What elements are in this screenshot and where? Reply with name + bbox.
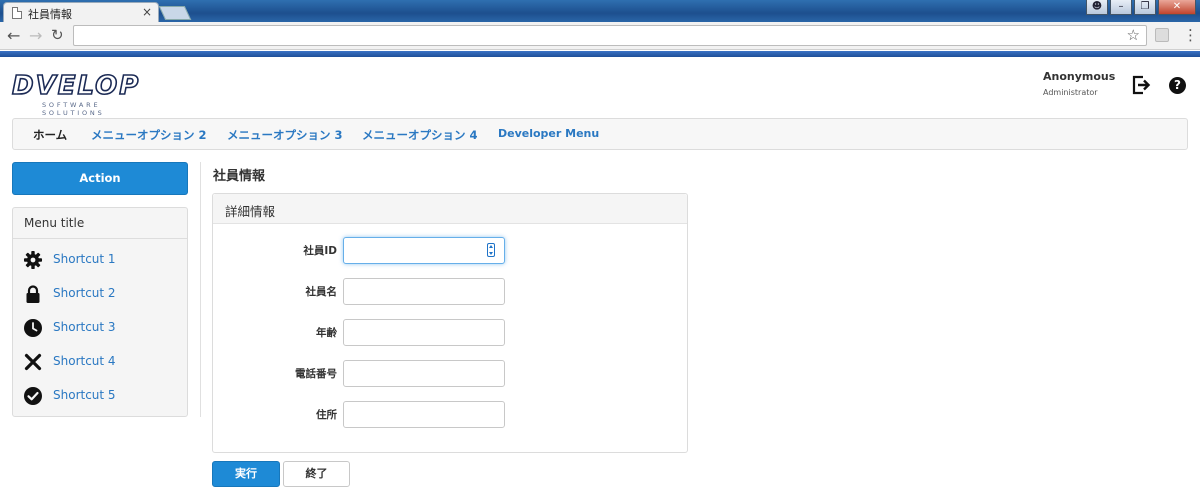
submit-button[interactable]: 実行	[212, 461, 280, 487]
form-row-employee-name: 社員名	[213, 278, 687, 306]
nav-item-developer-menu[interactable]: Developer Menu	[498, 127, 599, 140]
profile-icon[interactable]: ☻	[1086, 0, 1108, 15]
window-controls: ☻ – ❐ ✕	[1086, 0, 1196, 16]
address-bar[interactable]: ☆	[73, 25, 1147, 46]
age-input[interactable]	[343, 319, 505, 346]
shortcut-4[interactable]: Shortcut 4	[23, 351, 173, 373]
tab-title: 社員情報	[28, 8, 72, 21]
employee-id-input[interactable]	[343, 237, 505, 264]
action-button[interactable]: Action	[12, 162, 188, 195]
help-icon[interactable]: ?	[1169, 77, 1186, 94]
clock-icon	[24, 319, 42, 337]
nav-item-option-3[interactable]: メニューオプション 3	[227, 127, 343, 143]
panel-title: 詳細情報	[225, 204, 276, 219]
star-icon[interactable]: ☆	[1127, 26, 1140, 44]
phone-label: 電話番号	[295, 368, 337, 380]
browser-tab[interactable]: 社員情報 ×	[3, 2, 159, 22]
menu-icon[interactable]: ⋮	[1183, 26, 1198, 44]
new-tab-button[interactable]	[158, 6, 192, 20]
back-icon[interactable]: ←	[7, 26, 20, 45]
user-role: Administrator	[1043, 88, 1098, 97]
logo-subtitle: SOFTWARE SOLUTIONS	[42, 101, 105, 117]
nav-item-option-4[interactable]: メニューオプション 4	[362, 127, 478, 143]
shortcut-1[interactable]: Shortcut 1	[23, 249, 173, 271]
exit-button[interactable]: 終了	[283, 461, 350, 487]
address-input[interactable]	[343, 401, 505, 428]
logout-icon[interactable]	[1131, 74, 1151, 96]
shortcut-2[interactable]: Shortcut 2	[23, 283, 173, 305]
shortcut-label: Shortcut 3	[53, 320, 116, 334]
menu-title: Menu title	[24, 216, 85, 230]
shortcut-label: Shortcut 4	[53, 354, 116, 368]
browser-tabstrip: 社員情報 × ☻ – ❐ ✕	[0, 0, 1200, 22]
shortcut-label: Shortcut 2	[53, 286, 116, 300]
panel-header: 詳細情報	[213, 194, 687, 224]
employee-id-label: 社員ID	[303, 245, 337, 257]
divider	[13, 238, 187, 239]
lock-icon	[26, 285, 40, 303]
phone-input[interactable]	[343, 360, 505, 387]
shortcut-3[interactable]: Shortcut 3	[23, 317, 173, 339]
page-icon	[12, 7, 22, 19]
shortcut-panel: Menu title Shortcut 1 Shortcut 2 Shortcu…	[12, 207, 188, 417]
nav-item-home[interactable]: ホーム	[33, 127, 67, 143]
window-close-icon[interactable]: ✕	[1158, 0, 1196, 15]
form-row-phone: 電話番号	[213, 360, 687, 388]
extension-icon[interactable]	[1155, 28, 1169, 42]
accent-bar	[0, 51, 1200, 57]
forward-icon[interactable]: →	[29, 26, 42, 45]
address-label: 住所	[316, 409, 337, 421]
form-row-employee-id: 社員ID	[213, 237, 687, 265]
reload-icon[interactable]: ↻	[51, 26, 64, 44]
logo[interactable]: DVELOP SOFTWARE SOLUTIONS	[11, 71, 152, 117]
close-icon	[24, 353, 42, 371]
main-nav: ホーム メニューオプション 2 メニューオプション 3 メニューオプション 4 …	[12, 118, 1188, 150]
tab-close-icon[interactable]: ×	[142, 5, 152, 19]
check-circle-icon	[24, 387, 42, 405]
form-row-address: 住所	[213, 401, 687, 429]
user-name: Anonymous	[1043, 70, 1116, 83]
detail-panel: 詳細情報 社員ID 社員名 年齢 電話番号 住所	[212, 193, 688, 453]
spinner-icon[interactable]	[487, 243, 495, 257]
browser-toolbar: ← → ↻ ☆ ⋮	[0, 22, 1200, 50]
sidebar-divider	[200, 162, 201, 417]
shortcut-label: Shortcut 1	[53, 252, 116, 266]
employee-name-input[interactable]	[343, 278, 505, 305]
logo-text: DVELOP	[11, 71, 141, 101]
form-row-age: 年齢	[213, 319, 687, 347]
nav-item-option-2[interactable]: メニューオプション 2	[91, 127, 207, 143]
employee-name-label: 社員名	[305, 286, 338, 298]
shortcut-5[interactable]: Shortcut 5	[23, 385, 173, 407]
minimize-icon[interactable]: –	[1110, 0, 1132, 15]
page-title: 社員情報	[213, 169, 266, 184]
shortcut-label: Shortcut 5	[53, 388, 116, 402]
gear-icon	[24, 251, 42, 269]
maximize-icon[interactable]: ❐	[1134, 0, 1156, 15]
age-label: 年齢	[316, 327, 337, 339]
